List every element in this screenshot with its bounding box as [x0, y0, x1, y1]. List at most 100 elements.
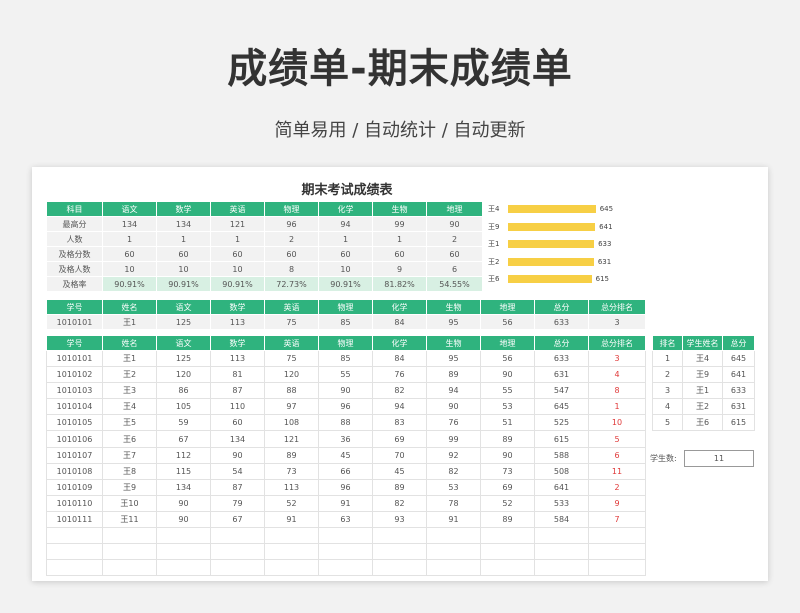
top5-cell[interactable]: 3 — [652, 382, 683, 399]
top5-cell[interactable]: 633 — [722, 382, 755, 399]
grade-cell[interactable]: 105 — [156, 398, 211, 416]
grade-cell[interactable]: 1010105 — [46, 414, 103, 432]
grade-cell[interactable]: 645 — [534, 398, 589, 416]
stats-value-cell[interactable]: 54.55% — [426, 276, 483, 292]
empty-cell[interactable] — [46, 559, 103, 577]
grade-cell[interactable]: 96 — [318, 398, 373, 416]
stats-value-cell[interactable]: 72.73% — [264, 276, 319, 292]
stats-label-cell[interactable]: 及格人数 — [46, 261, 103, 277]
grade-cell[interactable]: 547 — [534, 382, 589, 400]
stats-value-cell[interactable]: 8 — [264, 261, 319, 277]
grade-cell[interactable]: 91 — [318, 494, 373, 512]
top5-cell[interactable]: 王1 — [682, 382, 723, 399]
top5-cell[interactable]: 631 — [722, 398, 755, 415]
empty-cell[interactable] — [156, 559, 211, 577]
grade-cell[interactable]: 51 — [480, 414, 535, 432]
grade-cell[interactable]: 52 — [264, 494, 319, 512]
rank-cell[interactable]: 1 — [588, 398, 646, 416]
rank-cell[interactable]: 3 — [588, 349, 646, 368]
stats-value-cell[interactable]: 60 — [318, 246, 373, 262]
grade-cell[interactable]: 45 — [372, 462, 427, 480]
grade-cell[interactable]: 113 — [264, 478, 319, 496]
grade-cell[interactable]: 125 — [156, 349, 211, 368]
grade-cell[interactable]: 83 — [372, 414, 427, 432]
grade-cell[interactable]: 94 — [426, 382, 481, 400]
grade-cell[interactable]: 525 — [534, 414, 589, 432]
grade-cell[interactable]: 1010104 — [46, 398, 103, 416]
stats-label-cell[interactable]: 人数 — [46, 231, 103, 247]
stats-value-cell[interactable]: 134 — [156, 216, 211, 232]
grade-cell[interactable]: 1010107 — [46, 446, 103, 464]
grade-cell[interactable]: 55 — [480, 382, 535, 400]
stats-value-cell[interactable]: 6 — [426, 261, 483, 277]
empty-cell[interactable] — [156, 527, 211, 545]
grade-cell[interactable]: 1010110 — [46, 494, 103, 512]
grade-cell[interactable]: 1010101 — [46, 349, 103, 368]
grade-cell[interactable]: 54 — [210, 462, 265, 480]
empty-cell[interactable] — [426, 543, 481, 561]
stats-value-cell[interactable]: 9 — [372, 261, 427, 277]
grade-cell[interactable]: 90 — [480, 366, 535, 384]
lookup-cell[interactable]: 1010101 — [46, 314, 103, 330]
grade-cell[interactable]: 120 — [156, 366, 211, 384]
stats-value-cell[interactable]: 1 — [372, 231, 427, 247]
grade-cell[interactable]: 86 — [156, 382, 211, 400]
empty-cell[interactable] — [372, 559, 427, 577]
grade-cell[interactable]: 79 — [210, 494, 265, 512]
grade-cell[interactable]: 84 — [372, 349, 427, 368]
rank-cell[interactable]: 6 — [588, 446, 646, 464]
grade-cell[interactable]: 96 — [318, 478, 373, 496]
grade-cell[interactable]: 89 — [372, 478, 427, 496]
grade-cell[interactable]: 王9 — [102, 478, 157, 496]
grade-cell[interactable]: 1010106 — [46, 430, 103, 448]
stats-value-cell[interactable]: 10 — [318, 261, 373, 277]
empty-cell[interactable] — [264, 527, 319, 545]
grade-cell[interactable]: 45 — [318, 446, 373, 464]
grade-cell[interactable]: 93 — [372, 510, 427, 529]
grade-cell[interactable]: 王5 — [102, 414, 157, 432]
grade-cell[interactable]: 王11 — [102, 510, 157, 529]
empty-cell[interactable] — [588, 543, 646, 561]
grade-cell[interactable]: 113 — [210, 349, 265, 368]
empty-cell[interactable] — [264, 559, 319, 577]
grade-cell[interactable]: 1010108 — [46, 462, 103, 480]
empty-cell[interactable] — [426, 559, 481, 577]
grade-cell[interactable]: 88 — [318, 414, 373, 432]
grade-cell[interactable]: 97 — [264, 398, 319, 416]
empty-cell[interactable] — [102, 559, 157, 577]
stats-value-cell[interactable]: 90.91% — [210, 276, 265, 292]
empty-cell[interactable] — [480, 527, 535, 545]
empty-cell[interactable] — [372, 543, 427, 561]
grade-cell[interactable]: 99 — [426, 430, 481, 448]
grade-cell[interactable]: 588 — [534, 446, 589, 464]
grade-cell[interactable]: 90 — [156, 494, 211, 512]
grade-cell[interactable]: 56 — [480, 349, 535, 368]
grade-cell[interactable]: 641 — [534, 478, 589, 496]
empty-cell[interactable] — [480, 543, 535, 561]
grade-cell[interactable]: 53 — [480, 398, 535, 416]
grade-cell[interactable]: 88 — [264, 382, 319, 400]
grade-cell[interactable]: 91 — [264, 510, 319, 529]
grade-cell[interactable]: 89 — [480, 510, 535, 529]
top5-cell[interactable]: 王6 — [682, 414, 723, 431]
grade-cell[interactable]: 90 — [318, 382, 373, 400]
grade-cell[interactable]: 66 — [318, 462, 373, 480]
stats-value-cell[interactable]: 10 — [156, 261, 211, 277]
stats-value-cell[interactable]: 60 — [156, 246, 211, 262]
empty-cell[interactable] — [264, 543, 319, 561]
empty-cell[interactable] — [46, 543, 103, 561]
top5-cell[interactable]: 1 — [652, 350, 683, 367]
grade-cell[interactable]: 王10 — [102, 494, 157, 512]
stats-label-cell[interactable]: 及格分数 — [46, 246, 103, 262]
stats-value-cell[interactable]: 60 — [210, 246, 265, 262]
empty-cell[interactable] — [588, 559, 646, 577]
rank-cell[interactable]: 7 — [588, 510, 646, 529]
stats-value-cell[interactable]: 121 — [210, 216, 265, 232]
empty-cell[interactable] — [102, 543, 157, 561]
stats-value-cell[interactable]: 81.82% — [372, 276, 427, 292]
empty-cell[interactable] — [102, 527, 157, 545]
grade-cell[interactable]: 王4 — [102, 398, 157, 416]
grade-cell[interactable]: 90 — [426, 398, 481, 416]
grade-cell[interactable]: 115 — [156, 462, 211, 480]
lookup-cell[interactable]: 85 — [318, 314, 373, 330]
